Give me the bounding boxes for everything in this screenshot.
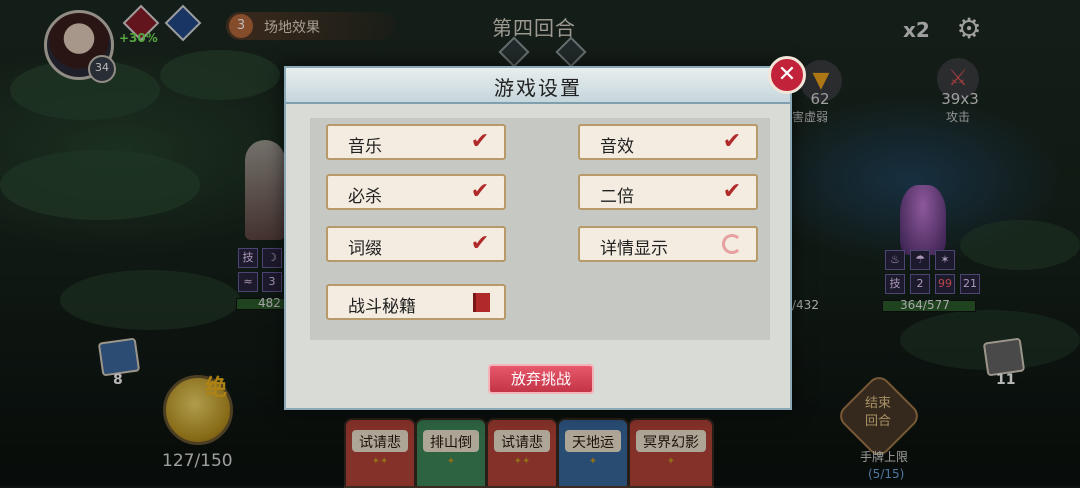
settings-title: 游戏设置 xyxy=(494,76,582,100)
option-label: 必杀 xyxy=(348,187,382,207)
option-label: 战斗秘籍 xyxy=(348,297,416,317)
check-icon: ✔ xyxy=(470,231,490,256)
toggle-affix[interactable]: 词缀 ✔ xyxy=(326,226,506,262)
option-label: 详情显示 xyxy=(600,239,668,259)
book-icon xyxy=(473,293,490,312)
option-label: 音乐 xyxy=(348,137,382,157)
toggle-ultimate[interactable]: 必杀 ✔ xyxy=(326,174,506,210)
check-icon: ✔ xyxy=(470,129,490,154)
option-label: 二倍 xyxy=(600,187,634,207)
settings-header: 游戏设置 xyxy=(286,68,790,104)
check-icon: ✔ xyxy=(470,179,490,204)
toggle-double-speed[interactable]: 二倍 ✔ xyxy=(578,174,758,210)
check-icon: ✔ xyxy=(722,129,742,154)
settings-panel: 音乐 ✔ 音效 ✔ 必杀 ✔ 二倍 ✔ 词缀 ✔ 详情显示 战斗秘籍 xyxy=(310,118,770,340)
unchecked-circle-icon xyxy=(722,234,742,254)
toggle-music[interactable]: 音乐 ✔ xyxy=(326,124,506,160)
toggle-detail-display[interactable]: 详情显示 xyxy=(578,226,758,262)
toggle-sound-effects[interactable]: 音效 ✔ xyxy=(578,124,758,160)
option-label: 词缀 xyxy=(348,239,382,259)
check-icon: ✔ xyxy=(722,179,742,204)
battle-guide-button[interactable]: 战斗秘籍 xyxy=(326,284,506,320)
settings-dialog: 游戏设置 音乐 ✔ 音效 ✔ 必杀 ✔ 二倍 ✔ 词缀 ✔ 详情显示 战斗秘籍 xyxy=(284,66,792,410)
option-label: 音效 xyxy=(600,137,634,157)
give-up-button[interactable]: 放弃挑战 xyxy=(488,364,594,394)
close-icon[interactable]: ✕ xyxy=(768,56,806,94)
